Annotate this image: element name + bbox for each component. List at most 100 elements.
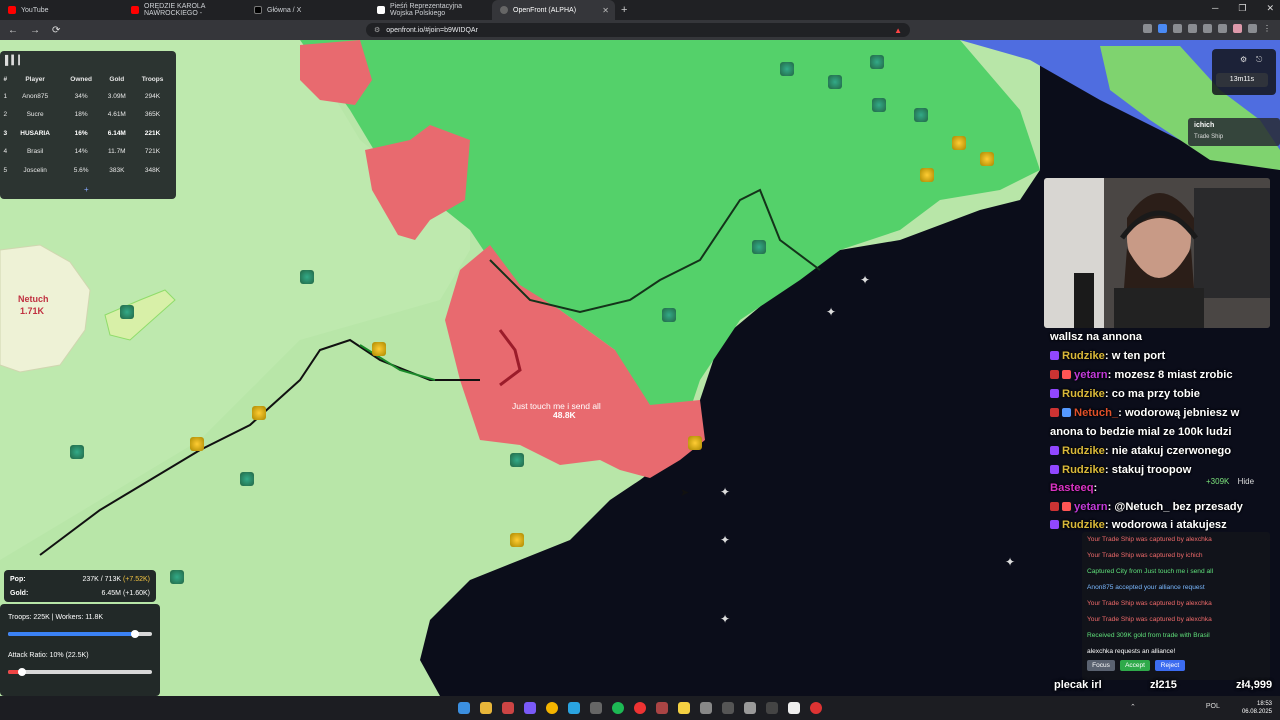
extension-icon[interactable] xyxy=(1203,24,1212,33)
tray-chevron-icon[interactable]: ⌃ xyxy=(1130,703,1136,711)
city-marker[interactable] xyxy=(300,270,314,284)
leaderboard-row[interactable]: 2 Sucre 18% 4.61M 365K xyxy=(2,106,172,125)
extension-icon[interactable] xyxy=(1218,24,1227,33)
app-icon[interactable] xyxy=(634,702,646,714)
maximize-button[interactable]: ❐ xyxy=(1238,3,1246,14)
port-marker[interactable] xyxy=(920,168,934,182)
app-icon[interactable] xyxy=(502,702,514,714)
city-marker[interactable] xyxy=(780,62,794,76)
city-marker[interactable] xyxy=(752,240,766,254)
app-icon[interactable] xyxy=(722,702,734,714)
population-panel: Pop: 237K / 713K (+7.52K) Gold: 6.45M (+… xyxy=(4,570,156,602)
ship-marker[interactable]: ✦ xyxy=(720,485,734,499)
windows-start-icon[interactable] xyxy=(458,702,470,714)
app-icon[interactable] xyxy=(524,702,536,714)
url-bar[interactable]: ⚙ openfront.io/#join=b9WIDQAr ▲ xyxy=(366,23,910,37)
leaderboard-row-self[interactable]: 3 HUSARIA 16% 6.14M 221K xyxy=(2,124,172,143)
city-marker[interactable] xyxy=(870,55,884,69)
ship-marker[interactable]: ✦ xyxy=(720,612,734,626)
extensions: ⋮ xyxy=(1143,24,1272,33)
port-marker[interactable] xyxy=(252,406,266,420)
tooltip-type: Trade Ship xyxy=(1194,134,1224,140)
extension-icon[interactable] xyxy=(1248,24,1257,33)
leaderboard-row[interactable]: 5 Joscelin 5.6% 383K 348K xyxy=(2,161,172,180)
ship-marker[interactable]: ✦ xyxy=(826,305,840,319)
menu-icon[interactable]: ⋮ xyxy=(1263,24,1272,33)
port-marker[interactable] xyxy=(952,136,966,150)
city-marker[interactable] xyxy=(828,75,842,89)
ship-marker[interactable]: ✦ xyxy=(860,273,874,287)
attack-slider[interactable] xyxy=(8,668,152,676)
tab-youtube[interactable]: YouTube xyxy=(0,0,123,20)
clock[interactable]: 18:53 06.08.2025 xyxy=(1242,700,1272,716)
port-marker[interactable] xyxy=(190,437,204,451)
col-gold[interactable]: Gold xyxy=(101,72,133,87)
city-marker[interactable] xyxy=(914,108,928,122)
reload-icon[interactable]: ⟳ xyxy=(52,25,66,36)
extension-icon[interactable] xyxy=(1188,24,1197,33)
leaderboard-row[interactable]: 4 Brasil 14% 11.7M 721K xyxy=(2,143,172,162)
close-window-button[interactable]: ✕ xyxy=(1266,3,1274,14)
focus-button[interactable]: Focus xyxy=(1087,660,1115,671)
reject-button[interactable]: Reject xyxy=(1155,660,1185,671)
ship-marker[interactable]: ✦ xyxy=(720,533,734,547)
attack-slider-thumb[interactable] xyxy=(18,668,27,676)
badge-icon xyxy=(1050,520,1059,529)
app-icon[interactable] xyxy=(810,702,822,714)
extension-icon[interactable] xyxy=(1143,24,1152,33)
exit-icon[interactable]: ⎋ xyxy=(1256,55,1262,65)
clock-date: 06.08.2025 xyxy=(1241,709,1272,715)
col-troops[interactable]: Troops xyxy=(133,72,172,87)
leaderboard-icon[interactable]: ▌▍▎ xyxy=(5,55,25,66)
app-icon[interactable] xyxy=(590,702,602,714)
port-marker[interactable] xyxy=(980,152,994,166)
app-icon[interactable] xyxy=(678,702,690,714)
file-explorer-icon[interactable] xyxy=(480,702,492,714)
extension-icon[interactable] xyxy=(1158,24,1167,33)
close-tab-icon[interactable]: ✕ xyxy=(602,6,609,15)
city-marker[interactable] xyxy=(240,472,254,486)
extension-icon[interactable] xyxy=(1233,24,1242,33)
port-marker[interactable] xyxy=(688,436,702,450)
app-icon[interactable] xyxy=(744,702,756,714)
city-marker[interactable] xyxy=(120,305,134,319)
language-indicator[interactable]: POL xyxy=(1206,703,1220,711)
settings-icon[interactable]: ⚙ xyxy=(1240,55,1247,64)
col-owned[interactable]: Owned xyxy=(62,72,101,87)
col-player[interactable]: Player xyxy=(9,72,62,87)
site-info-icon[interactable]: ⚙ xyxy=(374,26,380,34)
back-icon[interactable]: ← xyxy=(8,25,22,36)
port-marker[interactable] xyxy=(372,342,386,356)
city-marker[interactable] xyxy=(510,453,524,467)
app-icon[interactable] xyxy=(700,702,712,714)
troops-slider-thumb[interactable] xyxy=(130,630,139,638)
port-marker[interactable] xyxy=(510,533,524,547)
app-icon[interactable] xyxy=(788,702,800,714)
chrome-icon[interactable] xyxy=(546,702,558,714)
leaderboard-row[interactable]: 1 Anon875 34% 3.09M 294K xyxy=(2,87,172,106)
city-marker[interactable] xyxy=(872,98,886,112)
city-marker[interactable] xyxy=(170,570,184,584)
extension-icon[interactable] xyxy=(1173,24,1182,33)
city-marker[interactable] xyxy=(662,308,676,322)
new-tab-button[interactable]: + xyxy=(621,4,627,16)
city-marker[interactable] xyxy=(70,445,84,459)
bookmark-icon[interactable]: ▲ xyxy=(894,26,902,35)
app-icon[interactable] xyxy=(656,702,668,714)
tab-x[interactable]: Główna / X xyxy=(246,0,369,20)
tab-oredzie[interactable]: ORĘDZIE KAROLA NAWROCKIEGO - xyxy=(123,0,246,20)
expand-leaderboard-button[interactable]: + xyxy=(84,185,89,194)
owned-cell: 5.6% xyxy=(73,166,89,174)
youtube-icon xyxy=(131,6,139,14)
minimize-button[interactable]: ─ xyxy=(1212,3,1218,14)
ship-marker[interactable]: ✦ xyxy=(1005,555,1019,569)
app-icon[interactable] xyxy=(766,702,778,714)
spotify-icon[interactable] xyxy=(612,702,624,714)
troops-slider[interactable] xyxy=(8,630,152,638)
tab-piesn[interactable]: Pieśń Reprezentacyjna Wojska Polskiego xyxy=(369,0,492,20)
tab-openfront[interactable]: OpenFront (ALPHA) ✕ xyxy=(492,0,615,20)
accept-button[interactable]: Accept xyxy=(1120,660,1150,671)
forward-icon[interactable]: → xyxy=(30,25,44,36)
hide-button[interactable]: Hide xyxy=(1238,477,1254,486)
app-icon[interactable] xyxy=(568,702,580,714)
